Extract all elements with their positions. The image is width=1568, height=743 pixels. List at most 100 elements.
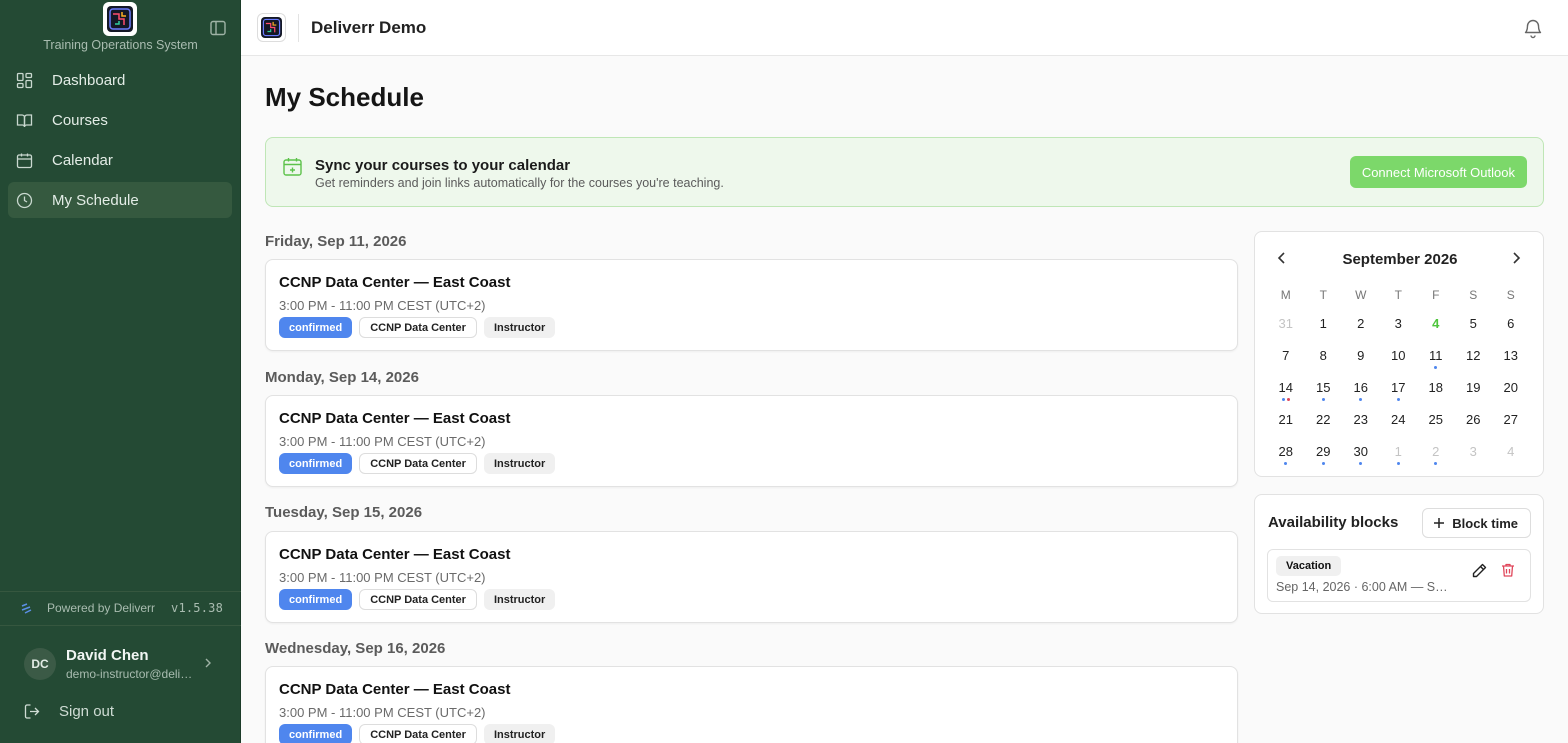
calendar-day[interactable]: 11 — [1417, 342, 1455, 374]
calendar-day[interactable]: 18 — [1417, 374, 1455, 406]
status-badge: confirmed — [279, 589, 353, 610]
app-logo[interactable] — [103, 2, 137, 36]
calendar-day[interactable]: 13 — [1492, 342, 1530, 374]
calendar-day[interactable]: 27 — [1492, 406, 1530, 438]
calendar-day-number: 14 — [1278, 380, 1293, 395]
pencil-icon[interactable] — [1471, 562, 1488, 579]
deliverr-mark-icon — [21, 602, 32, 614]
calendar-day[interactable]: 7 — [1267, 342, 1305, 374]
calendar-day[interactable]: 29 — [1305, 438, 1343, 470]
event-card[interactable]: CCNP Data Center — East Coast 3:00 PM - … — [265, 259, 1238, 351]
sidebar-item-dashboard[interactable]: Dashboard — [8, 62, 232, 98]
sidebar-item-label: Courses — [52, 111, 108, 129]
bell-icon[interactable] — [1522, 17, 1544, 39]
event-time: 3:00 PM - 11:00 PM CEST (UTC+2) — [279, 705, 486, 720]
calendar-day[interactable]: 9 — [1342, 342, 1380, 374]
calendar-day[interactable]: 19 — [1455, 374, 1493, 406]
event-card[interactable]: CCNP Data Center — East Coast 3:00 PM - … — [265, 531, 1238, 623]
event-title: CCNP Data Center — East Coast — [279, 274, 511, 291]
calendar-day[interactable]: 30 — [1342, 438, 1380, 470]
event-card[interactable]: CCNP Data Center — East Coast 3:00 PM - … — [265, 395, 1238, 487]
calendar-day[interactable]: 10 — [1380, 342, 1418, 374]
sidebar-item-label: Calendar — [52, 151, 113, 169]
calendar-day-number: 2 — [1432, 444, 1440, 459]
calendar-day[interactable]: 31 — [1267, 310, 1305, 342]
calendar-day[interactable]: 6 — [1492, 310, 1530, 342]
org-logo[interactable] — [257, 13, 286, 42]
user-menu[interactable]: DC David Chen demo-instructor@deliverr.c… — [24, 645, 224, 683]
calendar-day[interactable]: 1 — [1305, 310, 1343, 342]
chevron-right-icon[interactable] — [1509, 251, 1523, 265]
calendar-day[interactable]: 8 — [1305, 342, 1343, 374]
calendar-day[interactable]: 20 — [1492, 374, 1530, 406]
calendar-day[interactable]: 12 — [1455, 342, 1493, 374]
event-dot — [1434, 366, 1438, 369]
event-dot — [1359, 398, 1363, 401]
event-time: 3:00 PM - 11:00 PM CEST (UTC+2) — [279, 570, 486, 585]
calendar-day-number: 27 — [1503, 412, 1518, 427]
calendar-day[interactable]: 28 — [1267, 438, 1305, 470]
calendar-day-number: 12 — [1466, 348, 1481, 363]
calendar-day-today[interactable]: 4 — [1417, 310, 1455, 342]
availability-panel: Availability blocks Block time Vacation … — [1254, 494, 1544, 614]
calendar-day[interactable]: 24 — [1380, 406, 1418, 438]
calendar-day[interactable]: 14 — [1267, 374, 1305, 406]
trash-icon[interactable] — [1500, 562, 1516, 578]
sidebar-collapse-icon[interactable] — [209, 19, 227, 37]
page-title: My Schedule — [265, 82, 424, 112]
calendar-day[interactable]: 5 — [1455, 310, 1493, 342]
calendar-day-number: 13 — [1503, 348, 1518, 363]
calendar-day-number: 4 — [1432, 316, 1440, 331]
calendar-day-number: 9 — [1357, 348, 1365, 363]
dashboard-icon — [16, 72, 33, 88]
powered-by: Powered by Deliverr — [20, 601, 155, 615]
calendar-day[interactable]: 21 — [1267, 406, 1305, 438]
calendar-day[interactable]: 3 — [1380, 310, 1418, 342]
day-heading: Friday, Sep 11, 2026 — [265, 233, 407, 250]
calendar-day[interactable]: 16 — [1342, 374, 1380, 406]
availability-block[interactable]: Vacation Sep 14, 2026 · 6:00 AM — Sep 14… — [1267, 549, 1531, 602]
top-bar: Deliverr Demo — [241, 0, 1568, 56]
event-indicator — [1342, 398, 1380, 401]
calendar-day[interactable]: 25 — [1417, 406, 1455, 438]
calendar-day[interactable]: 3 — [1455, 438, 1493, 470]
calendar-day-number: 26 — [1466, 412, 1481, 427]
sidebar-item-my-schedule[interactable]: My Schedule — [8, 182, 232, 218]
calendar-day-number: 19 — [1466, 380, 1481, 395]
role-badge: Instructor — [483, 317, 556, 338]
sync-title: Sync your courses to your calendar — [315, 157, 571, 174]
sidebar: Training Operations System Dashboard Cou… — [0, 0, 241, 743]
status-badge: confirmed — [279, 724, 353, 743]
calendar-day[interactable]: 4 — [1492, 438, 1530, 470]
block-dot — [1286, 398, 1290, 401]
calendar-day-number: 28 — [1278, 444, 1293, 459]
calendar-day[interactable]: 2 — [1417, 438, 1455, 470]
day-heading: Tuesday, Sep 15, 2026 — [265, 504, 423, 521]
calendar-day-number: 17 — [1391, 380, 1406, 395]
calendar-day[interactable]: 22 — [1305, 406, 1343, 438]
sidebar-item-courses[interactable]: Courses — [8, 102, 232, 138]
calendar-day-number: 21 — [1278, 412, 1293, 427]
weekday-label: W — [1355, 288, 1367, 302]
course-badge: CCNP Data Center — [359, 453, 477, 474]
main-content: My Schedule Sync your courses to your ca… — [241, 56, 1568, 743]
connect-outlook-button[interactable]: Connect Microsoft Outlook — [1349, 156, 1527, 188]
sidebar-item-calendar[interactable]: Calendar — [8, 142, 232, 178]
calendar-day[interactable]: 23 — [1342, 406, 1380, 438]
calendar-day[interactable]: 17 — [1380, 374, 1418, 406]
event-indicator — [1342, 462, 1380, 465]
app-version: v1.5.38 — [171, 601, 223, 615]
weekday-label: T — [1319, 288, 1327, 302]
calendar-day[interactable]: 26 — [1455, 406, 1493, 438]
weekday-label: S — [1506, 288, 1515, 302]
calendar-day-number: 20 — [1503, 380, 1518, 395]
block-time-button[interactable]: Block time — [1422, 508, 1531, 538]
calendar-day-number: 24 — [1391, 412, 1406, 427]
sidebar-divider — [0, 625, 241, 626]
calendar-day[interactable]: 1 — [1380, 438, 1418, 470]
calendar-day[interactable]: 2 — [1342, 310, 1380, 342]
calendar-week-row: 7 8 9 10 11 12 13 — [1267, 342, 1530, 374]
event-card[interactable]: CCNP Data Center — East Coast 3:00 PM - … — [265, 666, 1238, 743]
calendar-day[interactable]: 15 — [1305, 374, 1343, 406]
signout-button[interactable]: Sign out — [24, 703, 114, 720]
